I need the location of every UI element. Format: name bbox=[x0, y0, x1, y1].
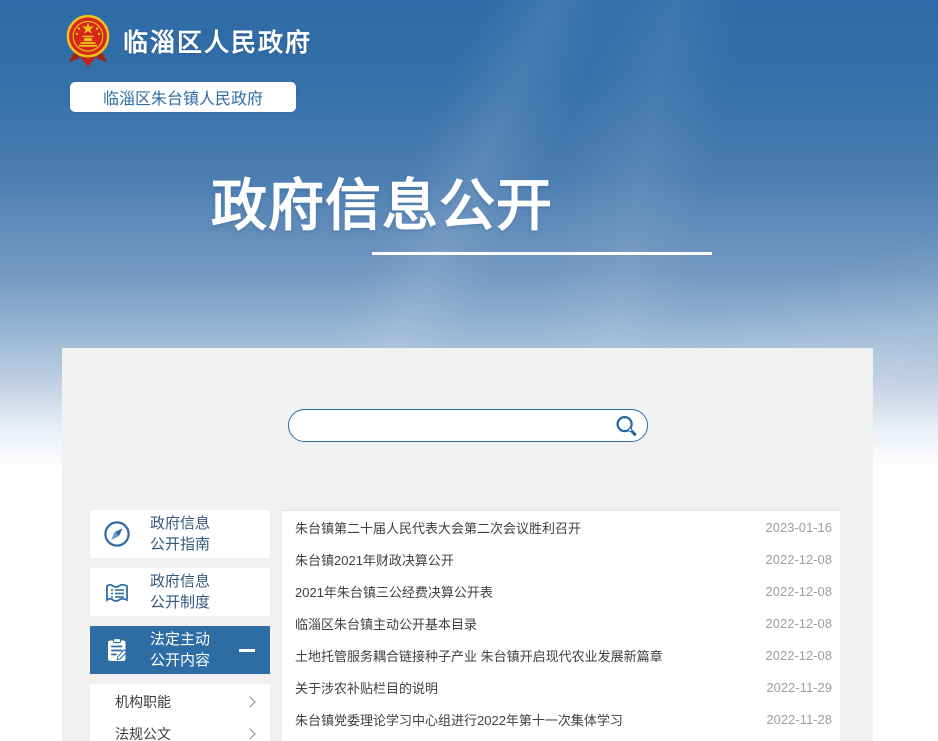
sidebar-item-label: 政府信息 公开指南 bbox=[150, 513, 210, 555]
article-date: 2023-01-16 bbox=[766, 520, 833, 535]
title-underline bbox=[372, 252, 712, 255]
article-title[interactable]: 2021年朱台镇三公经费决算公开表 bbox=[295, 582, 752, 601]
list-item[interactable]: 朱台镇2021年财政决算公开 2022-12-08 bbox=[282, 543, 840, 575]
clipboard-pen-icon bbox=[103, 636, 131, 664]
article-list: 朱台镇第二十届人民代表大会第二次会议胜利召开 2023-01-16 朱台镇202… bbox=[282, 510, 840, 741]
page: 临淄区人民政府 临淄区朱台镇人民政府 政府信息公开 bbox=[0, 0, 938, 741]
submenu-item-org-functions[interactable]: 机构职能 bbox=[90, 686, 270, 718]
list-item[interactable]: 土地托管服务耦合链接种子产业 朱台镇开启现代农业发展新篇章 2022-12-08 bbox=[282, 639, 840, 671]
chevron-right-icon bbox=[244, 728, 255, 739]
submenu-item-regulations[interactable]: 法规公文 bbox=[90, 718, 270, 741]
article-title[interactable]: 土地托管服务耦合链接种子产业 朱台镇开启现代农业发展新篇章 bbox=[295, 646, 752, 665]
list-item[interactable]: 临淄区朱台镇主动公开基本目录 2022-12-08 bbox=[282, 607, 840, 639]
sidebar-item-statutory-disclosure[interactable]: 法定主动 公开内容 bbox=[90, 626, 270, 674]
article-title[interactable]: 关于涉农补贴栏目的说明 bbox=[295, 678, 752, 697]
search-box bbox=[288, 409, 648, 442]
notebook-icon bbox=[103, 578, 131, 606]
list-item[interactable]: 关于涉农补贴栏目的说明 2022-11-29 bbox=[282, 671, 840, 703]
sidebar: 政府信息 公开指南 政府信息 bbox=[90, 510, 270, 741]
sidebar-item-guide[interactable]: 政府信息 公开指南 bbox=[90, 510, 270, 558]
search-input[interactable] bbox=[289, 410, 614, 441]
search-button[interactable] bbox=[614, 414, 647, 438]
article-date: 2022-12-08 bbox=[766, 584, 833, 599]
collapse-minus-icon[interactable] bbox=[239, 649, 255, 652]
search-icon bbox=[614, 414, 638, 438]
list-item[interactable]: 2021年朱台镇三公经费决算公开表 2022-12-08 bbox=[282, 575, 840, 607]
national-emblem-icon bbox=[66, 14, 110, 68]
list-item[interactable]: 朱台镇第二十届人民代表大会第二次会议胜利召开 2023-01-16 bbox=[282, 511, 840, 543]
site-header: 临淄区人民政府 bbox=[66, 14, 312, 68]
article-title[interactable]: 朱台镇党委理论学习中心组进行2022年第十一次集体学习 bbox=[295, 710, 752, 729]
article-title[interactable]: 朱台镇第二十届人民代表大会第二次会议胜利召开 bbox=[295, 518, 752, 537]
sidebar-submenu: 机构职能 法规公文 bbox=[90, 684, 270, 741]
article-date: 2022-12-08 bbox=[766, 616, 833, 631]
list-item[interactable]: 朱台镇党委理论学习中心组进行2022年第十一次集体学习 2022-11-28 bbox=[282, 703, 840, 735]
sidebar-item-label: 政府信息 公开制度 bbox=[150, 571, 210, 613]
town-gov-badge[interactable]: 临淄区朱台镇人民政府 bbox=[70, 82, 296, 112]
compass-icon bbox=[103, 520, 131, 548]
article-date: 2022-11-29 bbox=[766, 680, 832, 695]
sidebar-item-label: 法定主动 公开内容 bbox=[150, 629, 210, 671]
submenu-label: 法规公文 bbox=[115, 724, 171, 741]
article-date: 2022-11-28 bbox=[766, 712, 832, 727]
article-title[interactable]: 朱台镇2021年财政决算公开 bbox=[295, 550, 752, 569]
article-title[interactable]: 临淄区朱台镇主动公开基本目录 bbox=[295, 614, 752, 633]
page-title: 政府信息公开 bbox=[211, 161, 553, 242]
article-date: 2022-12-08 bbox=[766, 552, 833, 567]
article-date: 2022-12-08 bbox=[766, 648, 833, 663]
content-panel: 政府信息 公开指南 政府信息 bbox=[62, 348, 873, 741]
chevron-right-icon bbox=[244, 696, 255, 707]
site-name: 临淄区人民政府 bbox=[123, 23, 312, 59]
submenu-label: 机构职能 bbox=[115, 692, 171, 712]
sidebar-item-system[interactable]: 政府信息 公开制度 bbox=[90, 568, 270, 616]
